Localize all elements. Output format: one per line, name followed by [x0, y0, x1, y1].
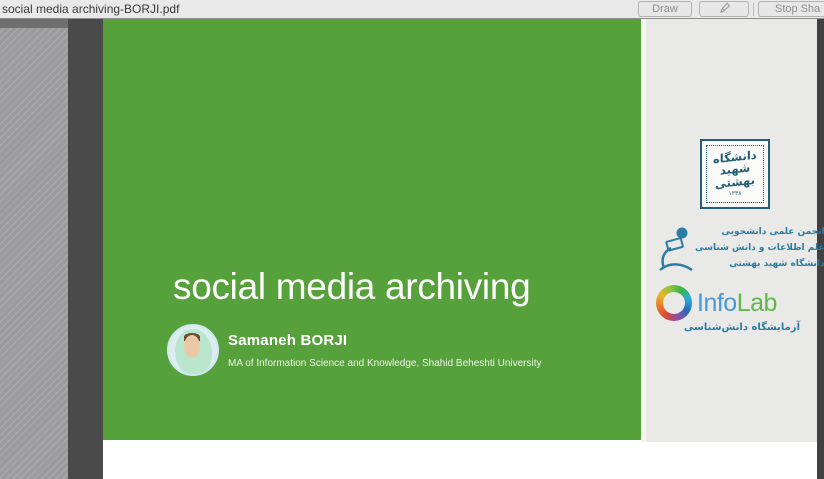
screen: social media archiving-BORJI.pdf Draw St…	[0, 0, 824, 479]
draw-button[interactable]: Draw	[638, 1, 692, 17]
left-hatched-area	[0, 19, 68, 479]
association-text-line: دانشگاه شهید بهشتی	[695, 256, 824, 272]
association-text-line: علم اطلاعات و دانش شناسی	[695, 240, 824, 256]
association-text: انجمن علمی دانشجویی علم اطلاعات و دانش ش…	[695, 224, 824, 273]
seal-text-line: بهشتی	[715, 174, 755, 191]
titlebar-controls: Draw Stop Sha	[638, 1, 824, 17]
author-name: Samaneh BORJI	[228, 332, 347, 349]
pencil-tool-button[interactable]	[699, 1, 749, 17]
association-text-line: انجمن علمی دانشجویی	[695, 224, 824, 240]
infolab-wordmark: InfoLab	[697, 289, 777, 318]
university-seal-logo: دانشگاه شهید بهشتی ۱۳۳۸	[700, 139, 770, 209]
stop-share-button[interactable]: Stop Sha	[758, 1, 824, 17]
toolbar-divider	[753, 3, 754, 16]
seal-year: ۱۳۳۸	[729, 190, 742, 197]
infolab-word-lab: Lab	[737, 289, 777, 317]
titlebar: social media archiving-BORJI.pdf Draw St…	[0, 0, 824, 19]
association-logo: انجمن علمی دانشجویی علم اطلاعات و دانش ش…	[657, 221, 803, 275]
slide-green-area	[103, 19, 641, 440]
reader-figure-icon	[657, 224, 695, 272]
infolab-swirl-icon	[656, 285, 692, 321]
university-seal-inner: دانشگاه شهید بهشتی ۱۳۳۸	[706, 145, 764, 203]
pencil-icon	[718, 1, 731, 17]
infolab-logo: InfoLab آزمایشگاه دانش‌شناسی	[656, 285, 808, 333]
infolab-subtitle: آزمایشگاه دانش‌شناسی	[656, 322, 808, 333]
document-title: social media archiving-BORJI.pdf	[0, 2, 179, 16]
infolab-row: InfoLab	[656, 285, 808, 321]
avatar-face-shape	[184, 335, 200, 358]
next-page-area	[103, 440, 817, 479]
left-dark-strip	[68, 19, 103, 479]
slide-title: social media archiving	[173, 266, 530, 308]
author-avatar	[167, 324, 219, 376]
author-subtitle: MA of Information Science and Knowledge,…	[228, 358, 542, 369]
infolab-word-info: Info	[697, 289, 737, 317]
